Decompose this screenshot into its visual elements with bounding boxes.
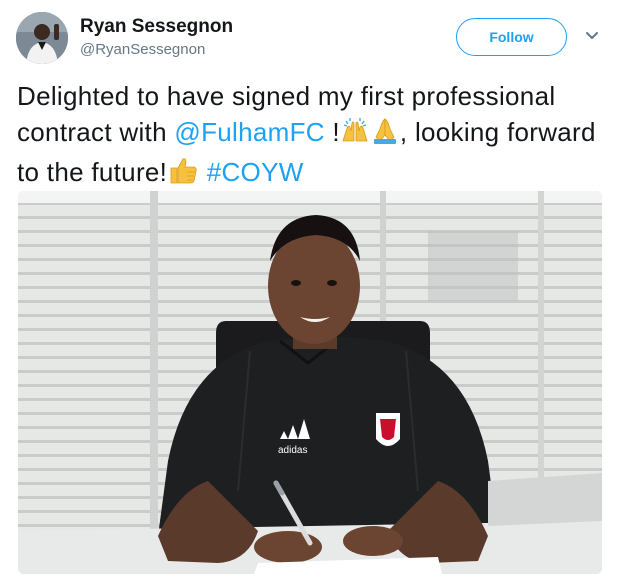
tweet-text-part: !	[324, 117, 340, 147]
tweet-text-part	[199, 157, 207, 187]
tweet-photo[interactable]: adidas	[18, 191, 602, 574]
folded-hands-icon	[370, 115, 400, 154]
shirt-brand-label: adidas	[278, 445, 307, 456]
avatar[interactable]	[16, 12, 68, 64]
chevron-down-icon[interactable]	[582, 26, 602, 46]
user-names: Ryan Sessegnon @RyanSessegnon	[80, 16, 233, 60]
raising-hands-icon	[340, 115, 370, 154]
thumbs-up-icon	[167, 155, 199, 194]
tweet-text: Delighted to have signed my first profes…	[17, 78, 617, 194]
display-name[interactable]: Ryan Sessegnon	[80, 16, 233, 38]
follow-button[interactable]: Follow	[456, 18, 567, 56]
tweet-card: Ryan Sessegnon @RyanSessegnon Follow Del…	[0, 0, 634, 584]
tweet-header: Ryan Sessegnon @RyanSessegnon Follow	[16, 12, 618, 64]
mention-link[interactable]: @FulhamFC	[174, 117, 324, 147]
hashtag-link[interactable]: #COYW	[207, 157, 304, 187]
user-handle[interactable]: @RyanSessegnon	[80, 40, 233, 60]
